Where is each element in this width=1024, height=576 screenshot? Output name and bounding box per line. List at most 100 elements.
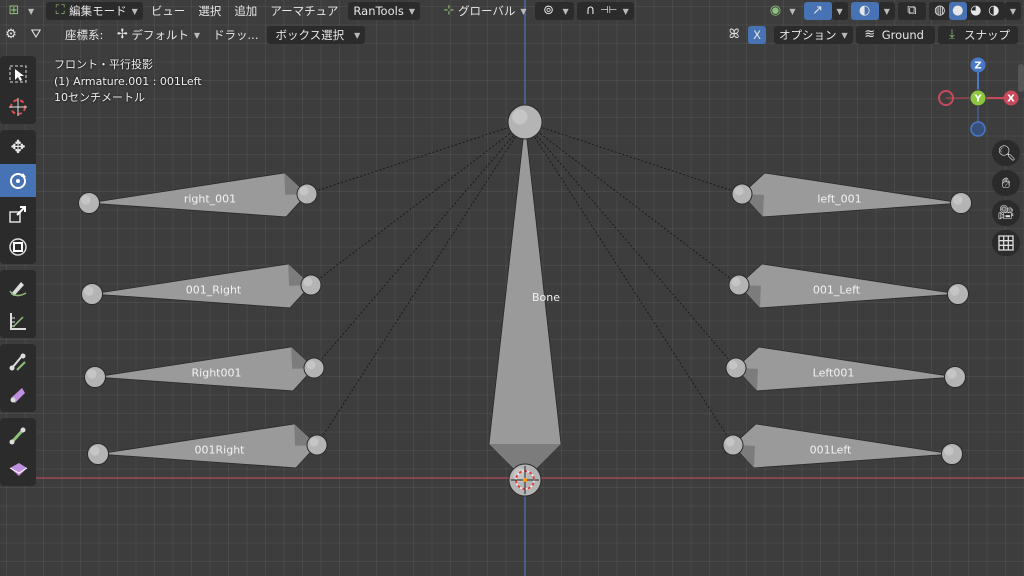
move-tool[interactable]: ✥ (0, 131, 36, 164)
tool-group-select (0, 56, 36, 124)
magnifier-icon: 🔍︎ (997, 144, 1017, 162)
filter-button[interactable]: ⛛ (25, 26, 47, 44)
rotate-icon (10, 172, 26, 189)
drag-select[interactable]: ボックス選択 ▼ (266, 26, 366, 44)
bone-envelope-tool[interactable] (0, 452, 36, 485)
wave-icon: ≋ (864, 27, 876, 42)
menu-view[interactable]: ビュー (146, 2, 191, 20)
mode-select[interactable]: ⛶ 編集モード ▼ (46, 2, 143, 20)
shading-modes[interactable]: ◍ ● ◕ ◑ (928, 2, 1005, 20)
navigation-gizmo[interactable]: Z X Y (936, 56, 1020, 140)
transform-orientation-icon: ⊹ (443, 3, 455, 18)
pencil-icon (9, 281, 27, 296)
z-axis-label: Z (974, 61, 981, 72)
rotate-tool[interactable] (0, 164, 36, 197)
grid-view-icon: ⊞ (8, 3, 20, 18)
solid-shading-icon[interactable]: ● (948, 2, 967, 20)
tweak-select-tool[interactable] (0, 57, 36, 90)
view-name: フロント・平行投影 (54, 58, 153, 71)
camera-view-button[interactable]: 🎥︎ (992, 200, 1020, 226)
menu-select[interactable]: 選択 (193, 2, 226, 20)
snap-button[interactable]: ⤓ スナップ (938, 26, 1018, 44)
orientation-select[interactable]: ⊹ グローバル ▼ (435, 2, 532, 20)
snap-toggle[interactable]: ∩ ⊣⊢ ▼ (576, 2, 634, 20)
relationship-line (310, 121, 526, 286)
overlay-icon: ◐ (859, 3, 871, 18)
ruler-icon (10, 312, 26, 330)
tool-shelf: ✥ (0, 56, 36, 492)
bone-left_001-head-joint-highlight (734, 186, 744, 196)
editor-type-button[interactable]: ⊞ ▼ (0, 2, 39, 20)
pan-button[interactable]: ✋︎ (992, 170, 1020, 196)
transform-tool[interactable] (0, 230, 36, 263)
measure-tool[interactable] (0, 304, 36, 337)
shading-dropdown[interactable]: ▼ (1004, 2, 1021, 20)
bone-roll-icon (10, 387, 25, 403)
bone-left_001-label: left_001 (817, 193, 861, 206)
tool-settings-bar: ⚙ ⛛ 座標系: ✢ デフォルト ▼ ドラッ... ボックス選択 ▼ ꕤ X オプシ… (0, 24, 1024, 46)
tool-settings-gear[interactable]: ⚙ (0, 26, 22, 44)
bone-size-tool[interactable] (0, 419, 36, 452)
bone-extrude-icon (9, 353, 26, 371)
zoom-button[interactable]: 🔍︎ (992, 140, 1020, 166)
butterfly-icon: ꕤ (728, 27, 740, 42)
roll-tool[interactable] (0, 378, 36, 411)
x-mirror-toggle[interactable]: X (748, 26, 767, 44)
tool-group-envelope (0, 418, 36, 486)
relationship-line (524, 121, 740, 286)
menu-add[interactable]: 追加 (229, 2, 262, 20)
pivot-select[interactable]: ⊚ ▼ (534, 2, 574, 20)
rendered-shading-icon[interactable]: ◑ (985, 2, 1003, 20)
bone-right_001-label: right_001 (184, 193, 236, 206)
cursor-tool[interactable] (0, 90, 36, 123)
material-shading-icon[interactable]: ◕ (967, 2, 985, 20)
move-icon: ✥ (10, 136, 26, 158)
snap-target-icon: ⊣⊢ (599, 5, 618, 16)
extrude-tool[interactable] (0, 345, 36, 378)
tool-group-transform: ✥ (0, 130, 36, 264)
download-arrow-icon: ⤓ (949, 27, 955, 42)
bone-001left-head-joint-highlight (725, 437, 735, 447)
relationship-line (524, 121, 734, 446)
coord-select[interactable]: ✢ デフォルト ▼ (108, 26, 205, 44)
mirror-toggle[interactable]: ꕤ (723, 26, 745, 44)
menu-armature[interactable]: アーマチュア (265, 2, 343, 20)
ground-button[interactable]: ≋ Ground (855, 26, 935, 44)
bone-001right-label: 001Right (195, 444, 246, 457)
bone-001_left-head-joint-highlight (731, 277, 741, 287)
wireframe-shading-icon[interactable]: ◍ (931, 2, 949, 20)
neg-z-axis-handle[interactable] (970, 121, 986, 137)
ortho-toggle-button[interactable] (992, 230, 1020, 256)
annotate-tool[interactable] (0, 271, 36, 304)
relationship-line (524, 121, 737, 369)
options-dropdown[interactable]: オプション ▼ (774, 26, 853, 44)
gizmo-dropdown[interactable]: ▼ (831, 2, 848, 20)
bone-size-icon (9, 427, 26, 444)
bone-left001-tail-joint-highlight (947, 369, 957, 379)
scale-icon (9, 205, 26, 223)
gizmo-toggle[interactable]: ↗ (803, 2, 832, 20)
bone-left001-head-joint-highlight (728, 360, 738, 370)
bone-right001-head-joint-highlight (306, 360, 316, 370)
xray-icon: ⧉ (907, 3, 917, 18)
region-scroll-handle[interactable] (1018, 64, 1024, 92)
bone-001_right-tail-joint-highlight (84, 286, 94, 296)
overlay-dropdown[interactable]: ▼ (878, 2, 895, 20)
bone-001right-head-joint-highlight (309, 437, 319, 447)
origin-point (523, 478, 527, 482)
hand-icon: ✋︎ (1001, 174, 1011, 192)
bone-001left-label: 001Left (810, 444, 852, 457)
overlay-toggle[interactable]: ◐ (850, 2, 879, 20)
gear-icon: ⚙ (5, 27, 17, 42)
relationship-line (524, 121, 743, 195)
grid-scale-label: 10センチメートル (54, 91, 145, 104)
active-object-label: (1) Armature.001 : 001Left (54, 74, 202, 88)
relationship-line (306, 121, 526, 195)
scale-tool[interactable] (0, 197, 36, 230)
drag-label: ドラッ... (213, 28, 259, 42)
axes-icon: ✢ (116, 27, 128, 42)
xray-toggle[interactable]: ⧉ (897, 2, 926, 20)
rantools-menu[interactable]: RanTools ▼ (348, 2, 420, 20)
visibility-select[interactable]: ◉ ▼ (761, 2, 800, 20)
envelope-icon (9, 462, 28, 476)
